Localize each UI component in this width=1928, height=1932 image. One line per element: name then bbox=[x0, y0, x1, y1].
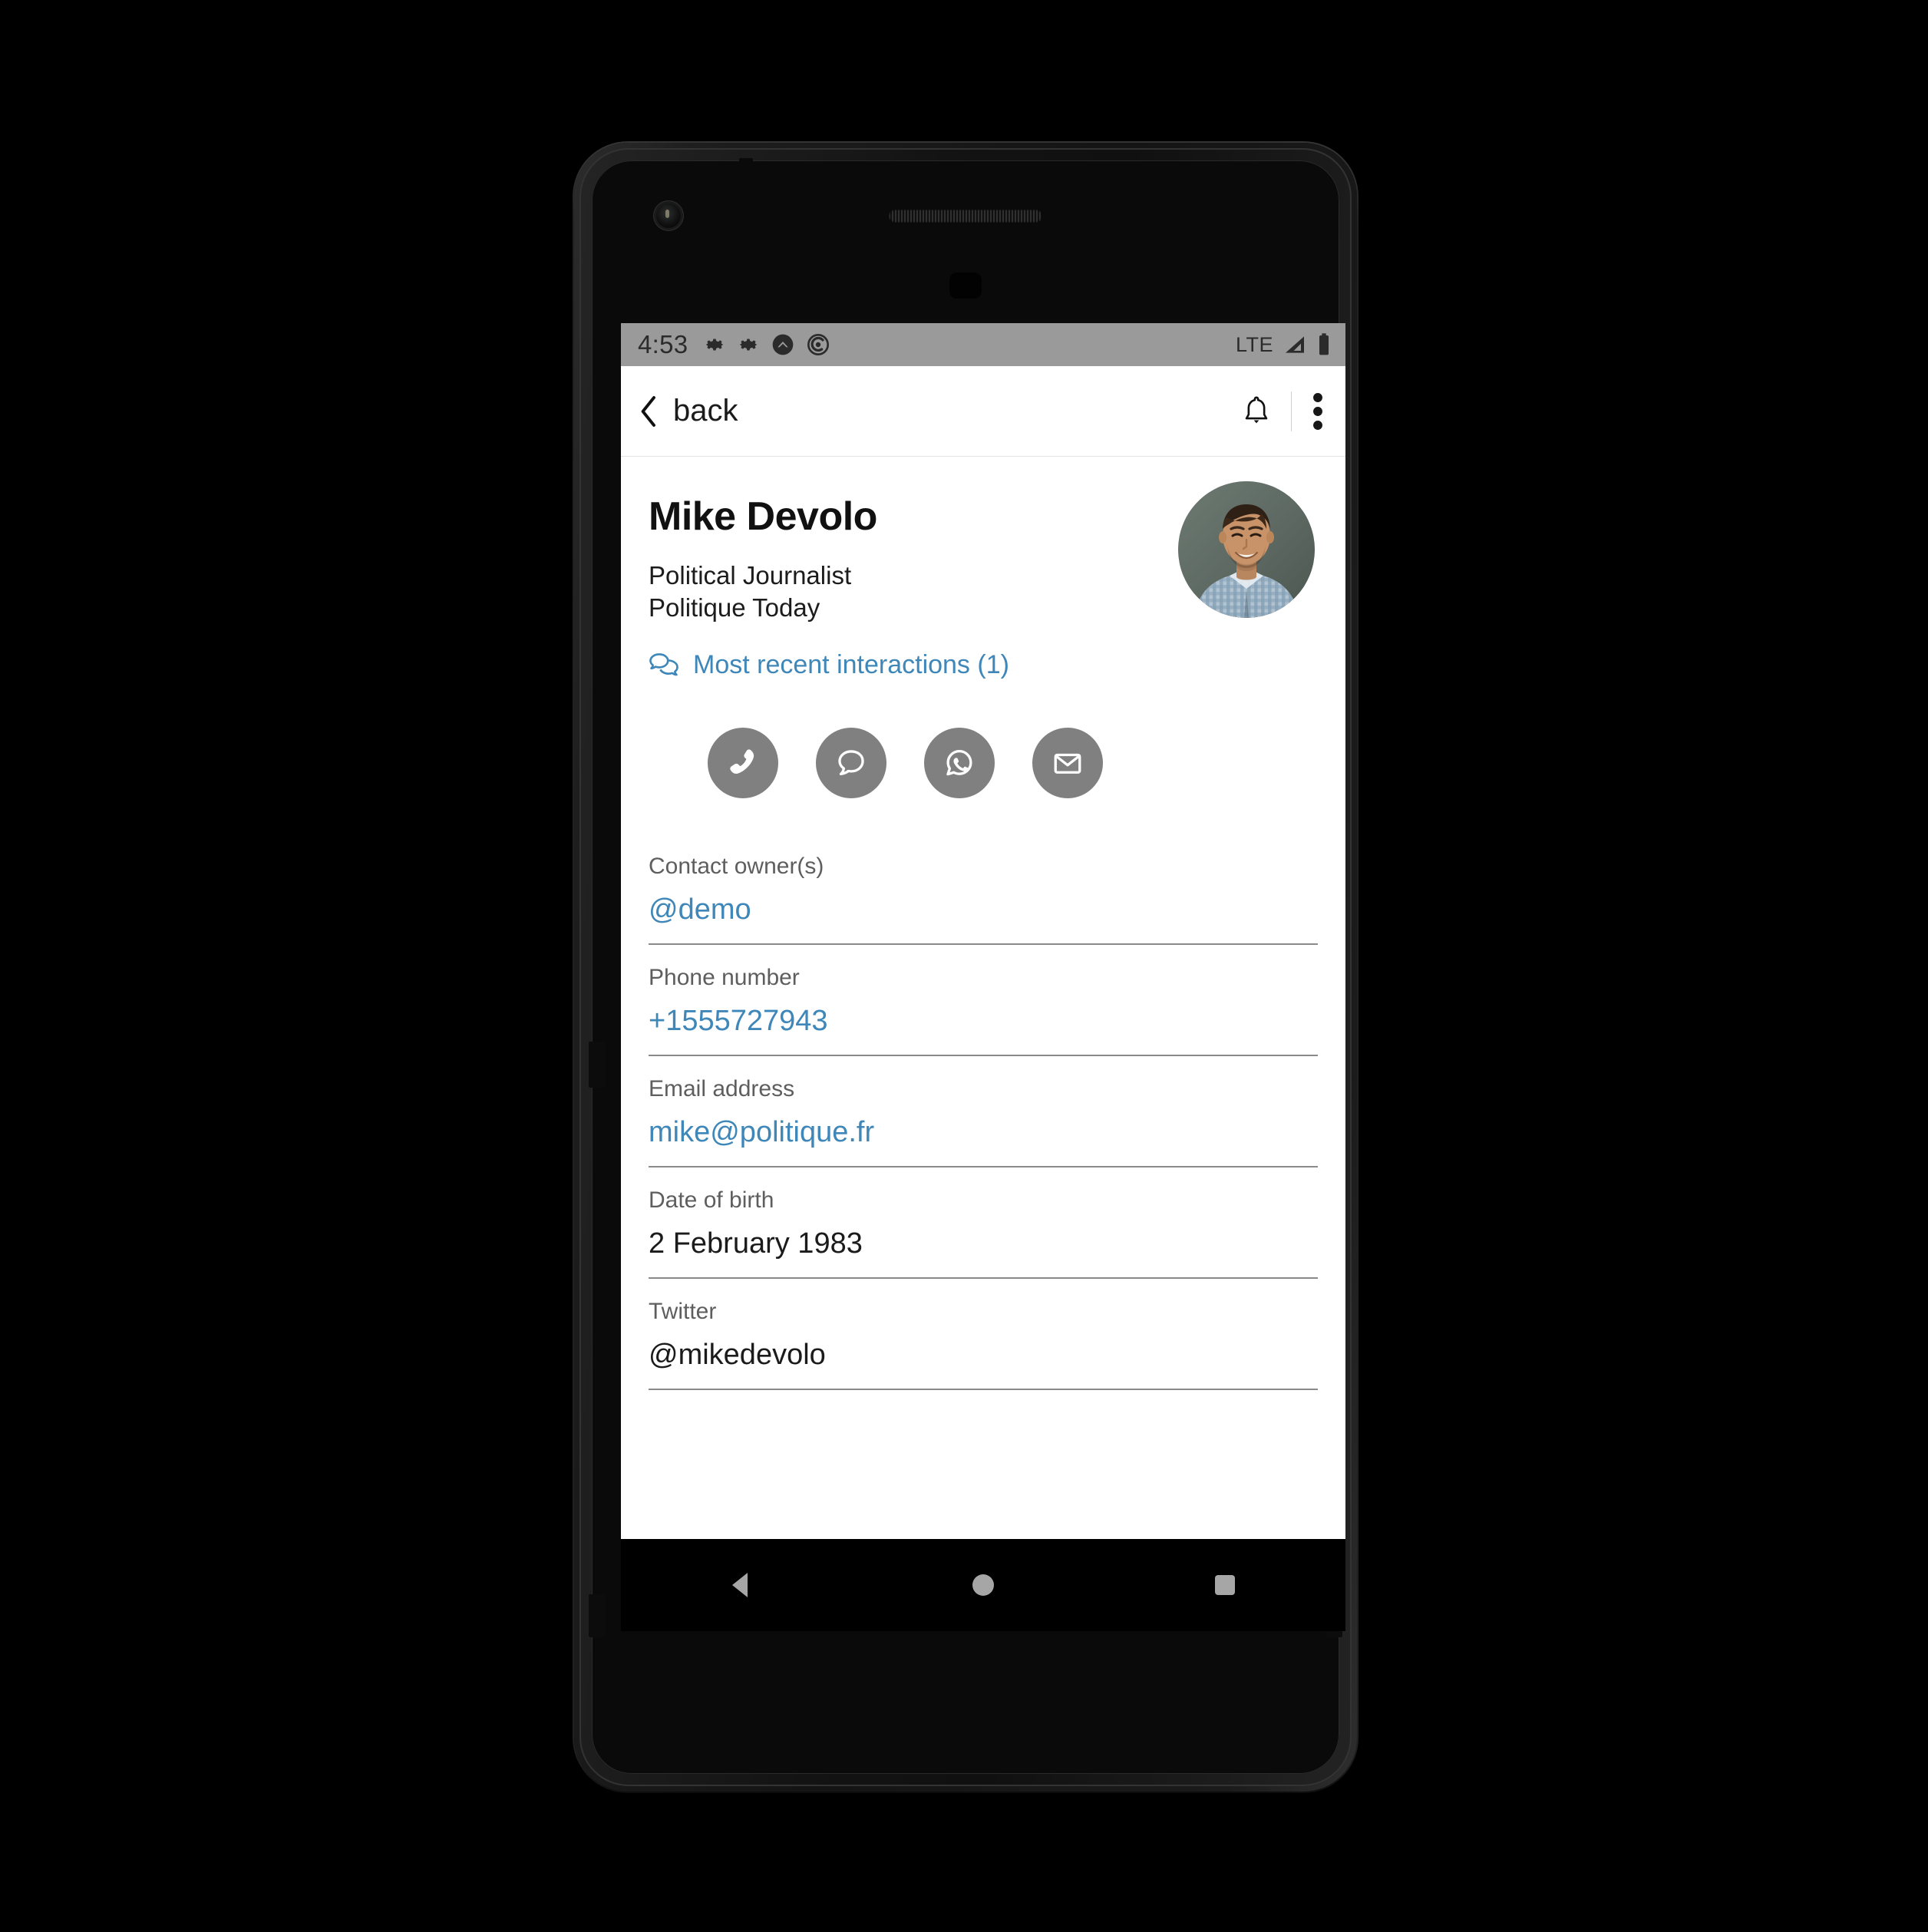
envelope-icon bbox=[1051, 747, 1084, 779]
android-navigation-bar bbox=[621, 1539, 1345, 1631]
contact-field-value: 2 February 1983 bbox=[649, 1227, 863, 1260]
network-type-label: LTE bbox=[1235, 332, 1273, 356]
contact-field-label: Contact owner(s) bbox=[649, 853, 824, 879]
more-vertical-icon[interactable] bbox=[1310, 391, 1326, 432]
contact-field-value[interactable]: @demo bbox=[649, 893, 1318, 926]
contact-field-label: Phone number bbox=[649, 964, 800, 990]
signal-icon bbox=[1283, 332, 1307, 357]
nav-recents-icon[interactable] bbox=[1207, 1567, 1243, 1603]
most-recent-interactions-label: Most recent interactions (1) bbox=[693, 649, 1009, 679]
back-button-label: back bbox=[673, 394, 738, 428]
earpiece-speaker bbox=[889, 210, 1042, 223]
avatar[interactable] bbox=[1178, 481, 1315, 618]
most-recent-interactions-link[interactable]: Most recent interactions (1) bbox=[649, 650, 1318, 680]
phone-icon bbox=[727, 747, 759, 779]
contact-field: Email address mike@politique.fr bbox=[649, 1076, 1318, 1167]
message-button[interactable] bbox=[816, 727, 886, 798]
contact-field-value[interactable]: mike@politique.fr bbox=[649, 1116, 1318, 1149]
frame-antenna-notch-left-lower bbox=[589, 1594, 606, 1637]
battery-icon bbox=[1316, 332, 1332, 357]
chevron-left-icon bbox=[636, 395, 662, 428]
contact-field-label: Date of birth bbox=[649, 1187, 774, 1213]
quick-actions-row bbox=[621, 727, 1345, 798]
whatsapp-button[interactable] bbox=[924, 727, 995, 798]
nav-home-icon[interactable] bbox=[965, 1567, 1002, 1603]
message-bubble-icon bbox=[835, 747, 867, 779]
contact-field: Date of birth 2 February 1983 bbox=[649, 1187, 1318, 1279]
status-bar: 4:53 LTE bbox=[621, 323, 1345, 366]
phone-device: 4:53 LTE back Mike Devolo Political Jour… bbox=[574, 143, 1357, 1792]
profile-header: Mike Devolo Political Journalist Politiq… bbox=[621, 457, 1345, 680]
contact-field-label: Email address bbox=[649, 1075, 795, 1101]
appbar-divider bbox=[1291, 391, 1292, 431]
frame-antenna-notch-top bbox=[739, 158, 753, 178]
swirl-circle-icon bbox=[806, 332, 830, 357]
contact-field: Contact owner(s) @demo bbox=[649, 854, 1318, 945]
gear-icon bbox=[737, 333, 760, 356]
phone-screen: 4:53 LTE back Mike Devolo Political Jour… bbox=[621, 323, 1345, 1547]
status-clock: 4:53 bbox=[638, 330, 688, 358]
chat-bubbles-icon bbox=[649, 652, 679, 678]
back-button[interactable]: back bbox=[636, 394, 738, 428]
proximity-sensor bbox=[949, 272, 982, 299]
nav-back-icon[interactable] bbox=[723, 1567, 760, 1603]
contact-field: Phone number +1555727943 bbox=[649, 965, 1318, 1056]
contact-field: Twitter @mikedevolo bbox=[649, 1299, 1318, 1390]
whatsapp-icon bbox=[943, 747, 976, 779]
bell-icon[interactable] bbox=[1240, 394, 1273, 429]
gear-icon bbox=[703, 333, 726, 356]
contact-field-value[interactable]: +1555727943 bbox=[649, 1005, 1318, 1038]
frame-antenna-notch-left bbox=[589, 1042, 606, 1088]
device-bezel: 4:53 LTE back Mike Devolo Political Jour… bbox=[589, 158, 1345, 1774]
front-camera-icon bbox=[656, 203, 681, 228]
contact-field-label: Twitter bbox=[649, 1298, 717, 1324]
contact-details-list: Contact owner(s) @demo Phone number +155572… bbox=[621, 854, 1345, 1390]
app-bar: back bbox=[621, 366, 1345, 457]
call-button[interactable] bbox=[708, 727, 778, 798]
device-inner-frame: 4:53 LTE back Mike Devolo Political Jour… bbox=[579, 148, 1352, 1786]
email-button[interactable] bbox=[1032, 727, 1103, 798]
chevron-up-circle-icon bbox=[771, 332, 795, 357]
contact-field-value: @mikedevolo bbox=[649, 1338, 826, 1371]
